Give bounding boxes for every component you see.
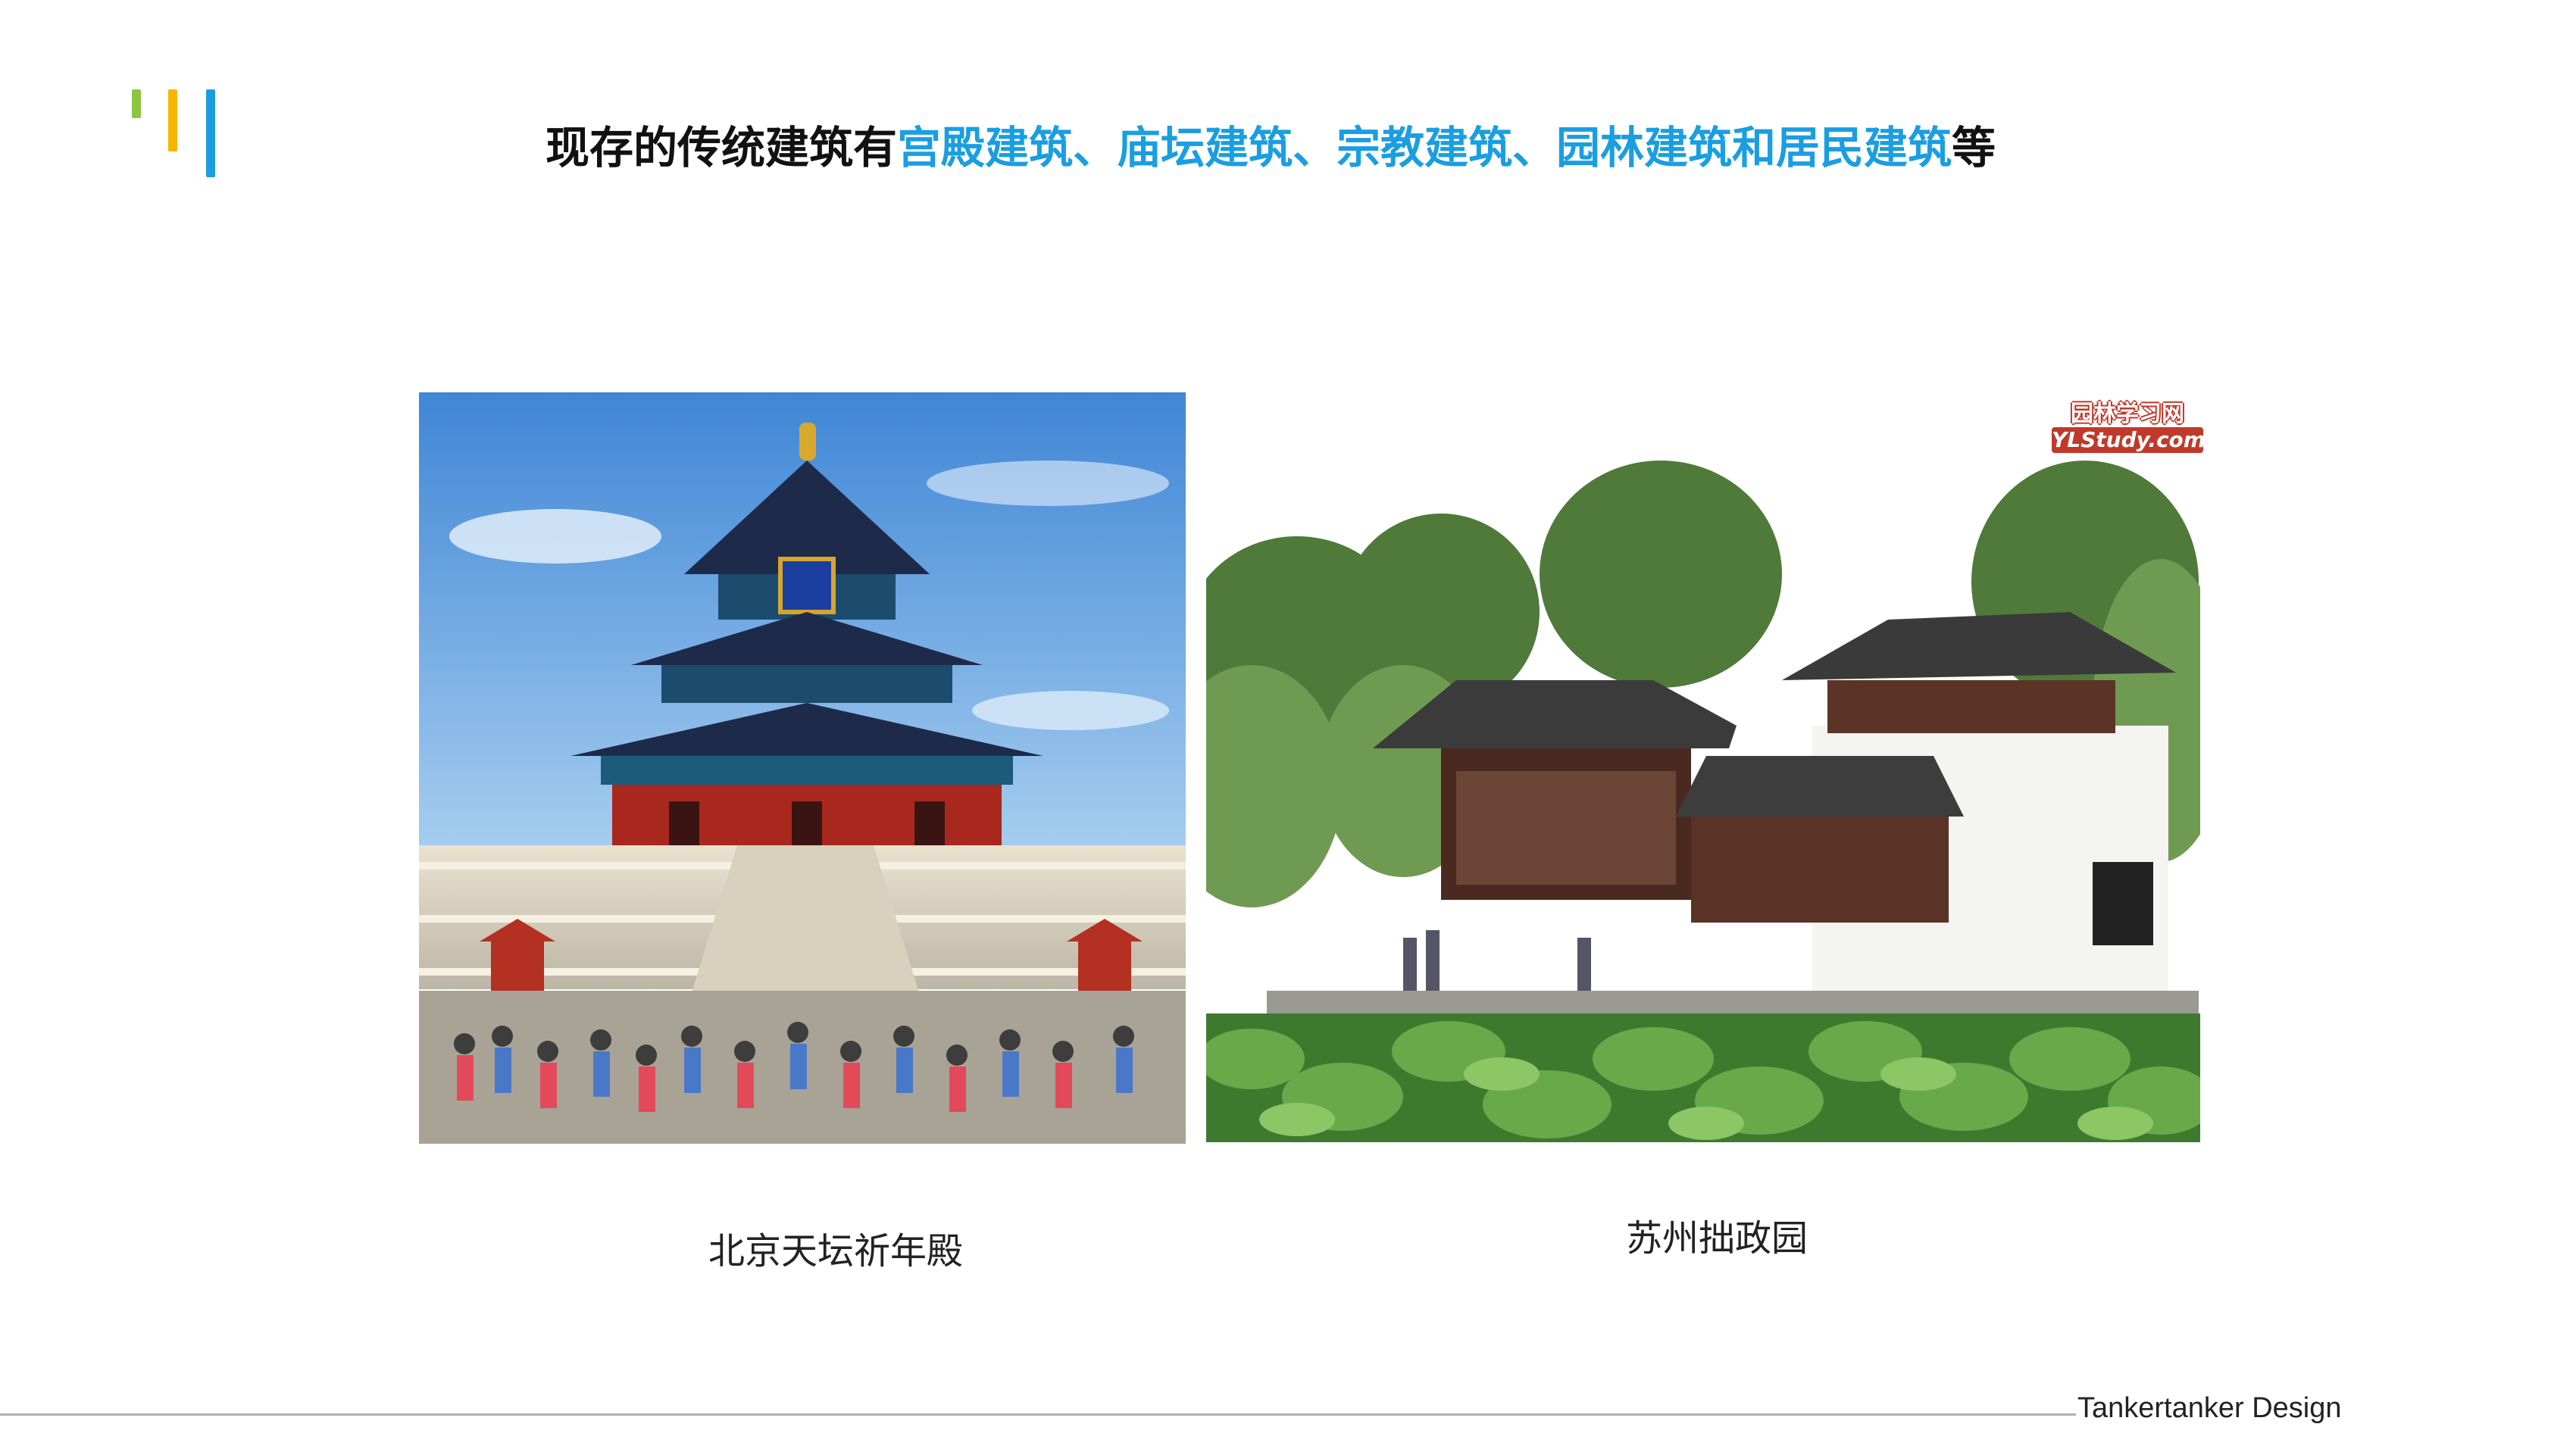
temple-of-heaven-photo [419, 392, 1186, 1144]
deco-bar-yellow [168, 89, 177, 151]
slide-title: 现存的传统建筑有宫殿建筑、庙坛建筑、宗教建筑、园林建筑和居民建筑等 [546, 112, 2061, 176]
photo-caption-temple: 北京天坛祈年殿 [708, 1230, 964, 1273]
deco-bar-green [132, 89, 141, 118]
title-highlight: 宫殿建筑、庙坛建筑、宗教建筑、园林建筑和居民建筑 [897, 122, 1952, 173]
footer-divider [0, 1413, 2076, 1416]
humble-administrator-garden-photo [1206, 392, 2200, 1142]
photo-watermark: 园林学习网 YLStudy.com [2052, 401, 2206, 457]
title-suffix: 等 [1952, 122, 1996, 173]
watermark-en: YLStudy.com [2052, 427, 2206, 453]
photo-caption-garden: 苏州拙政园 [1626, 1217, 1809, 1260]
footer-brand: Tankertanker Design [2077, 1392, 2342, 1424]
deco-bar-blue [206, 89, 215, 177]
title-prefix: 现存的传统建筑有 [546, 122, 898, 173]
watermark-cn: 园林学习网 [2071, 401, 2184, 427]
